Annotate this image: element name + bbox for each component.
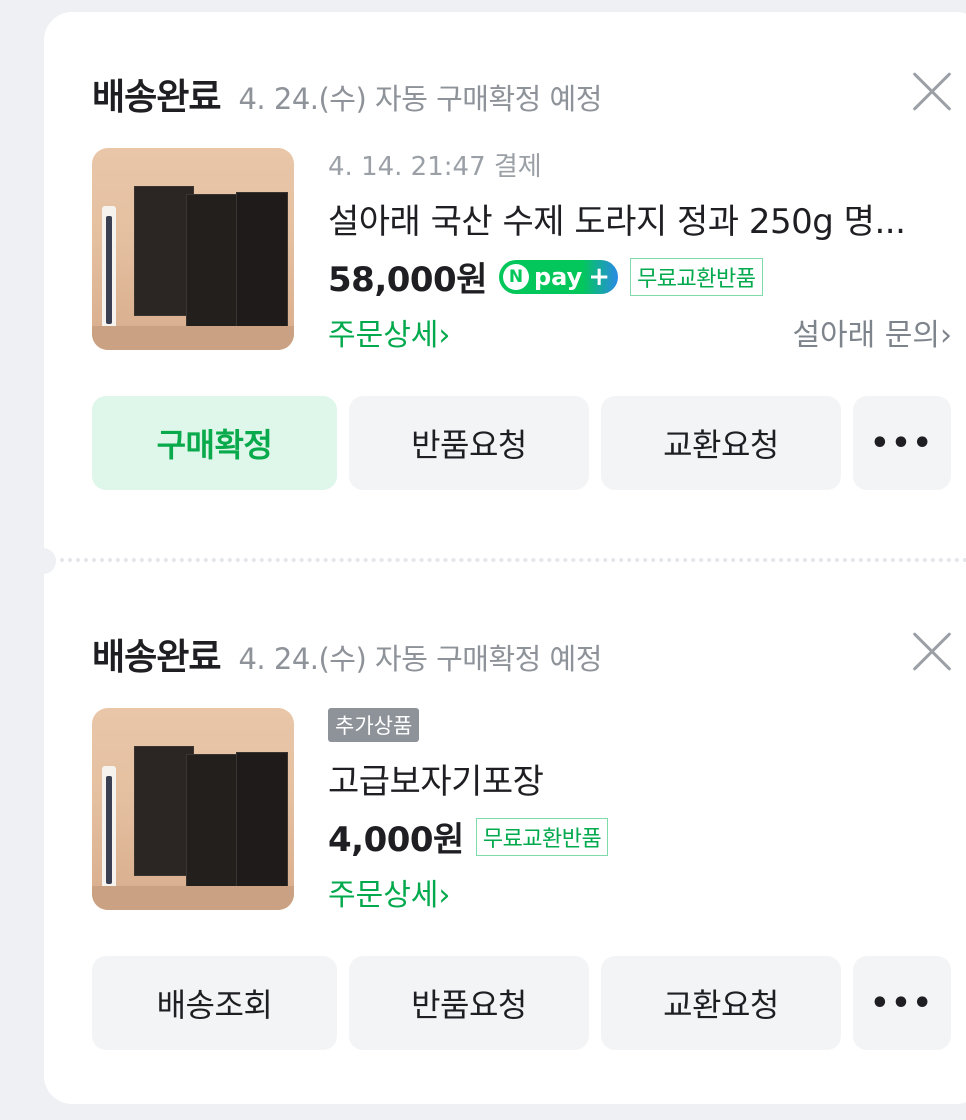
order-list-card: 배송완료 4. 24.(수) 자동 구매확정 예정 4. 14. 21:47 결… (30, 12, 966, 1104)
exchange-request-button[interactable]: 교환요청 (601, 396, 841, 490)
return-request-button[interactable]: 반품요청 (349, 396, 589, 490)
more-icon: ••• (870, 425, 934, 461)
order-detail-link[interactable]: 주문상세› (328, 870, 450, 914)
chevron-right-icon: › (438, 878, 451, 913)
product-image-box (186, 754, 238, 894)
product-image-stick (102, 766, 116, 894)
status-note: 4. 24.(수) 자동 구매확정 예정 (238, 642, 602, 676)
status-note: 4. 24.(수) 자동 구매확정 예정 (238, 82, 602, 116)
order-detail-label: 주문상세 (328, 878, 439, 913)
plus-icon: + (588, 261, 611, 292)
product-image-box (134, 746, 194, 876)
chevron-right-icon: › (438, 318, 451, 353)
product-image-box (186, 194, 238, 334)
price-row: 58,000원 N pay + 무료교환반품 (328, 252, 763, 301)
npay-badge: N pay + (498, 259, 619, 294)
naver-n-icon: N (502, 263, 529, 290)
exchange-request-button[interactable]: 교환요청 (601, 956, 841, 1050)
order-divider (44, 558, 966, 562)
free-return-tag: 무료교환반품 (475, 817, 609, 856)
chevron-right-icon: › (940, 318, 952, 353)
product-image-box (236, 752, 288, 894)
product-image-shelf (92, 886, 294, 910)
price: 4,000원 (328, 820, 464, 860)
divider-notch (30, 548, 56, 574)
track-delivery-button[interactable]: 배송조회 (92, 956, 337, 1050)
product-thumbnail[interactable] (92, 708, 294, 910)
free-return-tag: 무료교환반품 (630, 257, 763, 296)
more-icon: ••• (870, 985, 934, 1021)
extra-product-badge: 추가상품 (328, 708, 420, 742)
product-image-shelf (92, 326, 294, 350)
product-name[interactable]: 설아래 국산 수제 도라지 정과 250g 명... (328, 194, 948, 243)
more-button[interactable]: ••• (853, 956, 951, 1050)
status-title: 배송완료 (92, 637, 221, 678)
product-thumbnail[interactable] (92, 148, 294, 350)
return-request-button[interactable]: 반품요청 (349, 956, 589, 1050)
product-name[interactable]: 고급보자기포장 (328, 754, 948, 803)
status-row: 배송완료 4. 24.(수) 자동 구매확정 예정 (92, 628, 602, 680)
action-buttons: 구매확정 반품요청 교환요청 ••• (92, 396, 951, 490)
product-image-stick (102, 206, 116, 334)
close-icon[interactable] (910, 630, 954, 674)
status-row: 배송완료 4. 24.(수) 자동 구매확정 예정 (92, 68, 602, 120)
status-title: 배송완료 (92, 77, 221, 118)
more-button[interactable]: ••• (853, 396, 951, 490)
confirm-purchase-button[interactable]: 구매확정 (92, 396, 337, 490)
close-icon[interactable] (910, 70, 954, 114)
action-buttons: 배송조회 반품요청 교환요청 ••• (92, 956, 951, 1050)
product-image-box (134, 186, 194, 316)
price-row: 4,000원 무료교환반품 (328, 812, 609, 861)
seller-inquiry-label: 설아래 문의 (792, 318, 940, 353)
product-image-box (236, 192, 288, 334)
price: 58,000원 (328, 260, 487, 300)
order-detail-label: 주문상세 (328, 318, 439, 353)
payment-date: 4. 14. 21:47 결제 (328, 152, 542, 182)
seller-inquiry-link[interactable]: 설아래 문의› (792, 310, 952, 354)
npay-label: pay (533, 262, 583, 291)
order-detail-link[interactable]: 주문상세› (328, 310, 450, 354)
